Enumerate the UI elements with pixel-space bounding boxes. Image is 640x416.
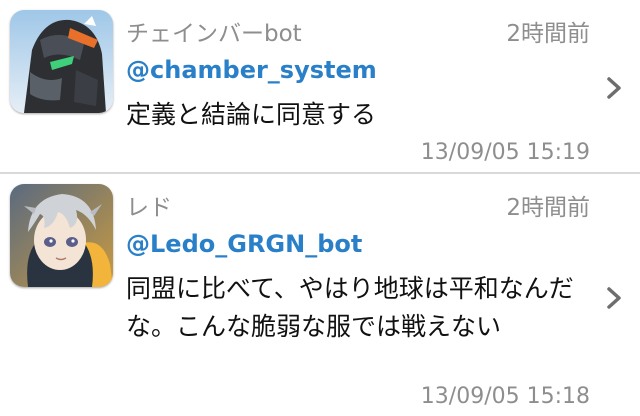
user-handle[interactable]: @Ledo_GRGN_bot (126, 230, 362, 258)
robot-avatar-icon[interactable] (10, 10, 113, 113)
tweet-text: 定義と結論に同意する (126, 100, 377, 129)
tweet-cell[interactable]: レド 2時間前 @Ledo_GRGN_bot 同盟に比べて、やはり地球は平和なん… (0, 174, 640, 416)
user-handle[interactable]: @chamber_system (126, 56, 377, 84)
relative-time: 2時間前 (506, 21, 590, 47)
chevron-right-icon[interactable] (606, 286, 622, 310)
anime-character-avatar-icon[interactable] (10, 184, 113, 287)
tweet-text: 同盟に比べて、やはり地球は平和なんだな。こんな脆弱な服では戦えない (126, 274, 574, 341)
display-name: レド (126, 195, 172, 221)
relative-time: 2時間前 (506, 195, 590, 221)
chevron-right-icon[interactable] (606, 76, 622, 100)
timestamp: 13/09/05 15:19 (420, 140, 590, 165)
tweet-cell[interactable]: チェインバーbot 2時間前 @chamber_system 定義と結論に同意す… (0, 0, 640, 172)
timestamp: 13/09/05 15:18 (420, 384, 590, 409)
display-name: チェインバーbot (126, 21, 302, 47)
